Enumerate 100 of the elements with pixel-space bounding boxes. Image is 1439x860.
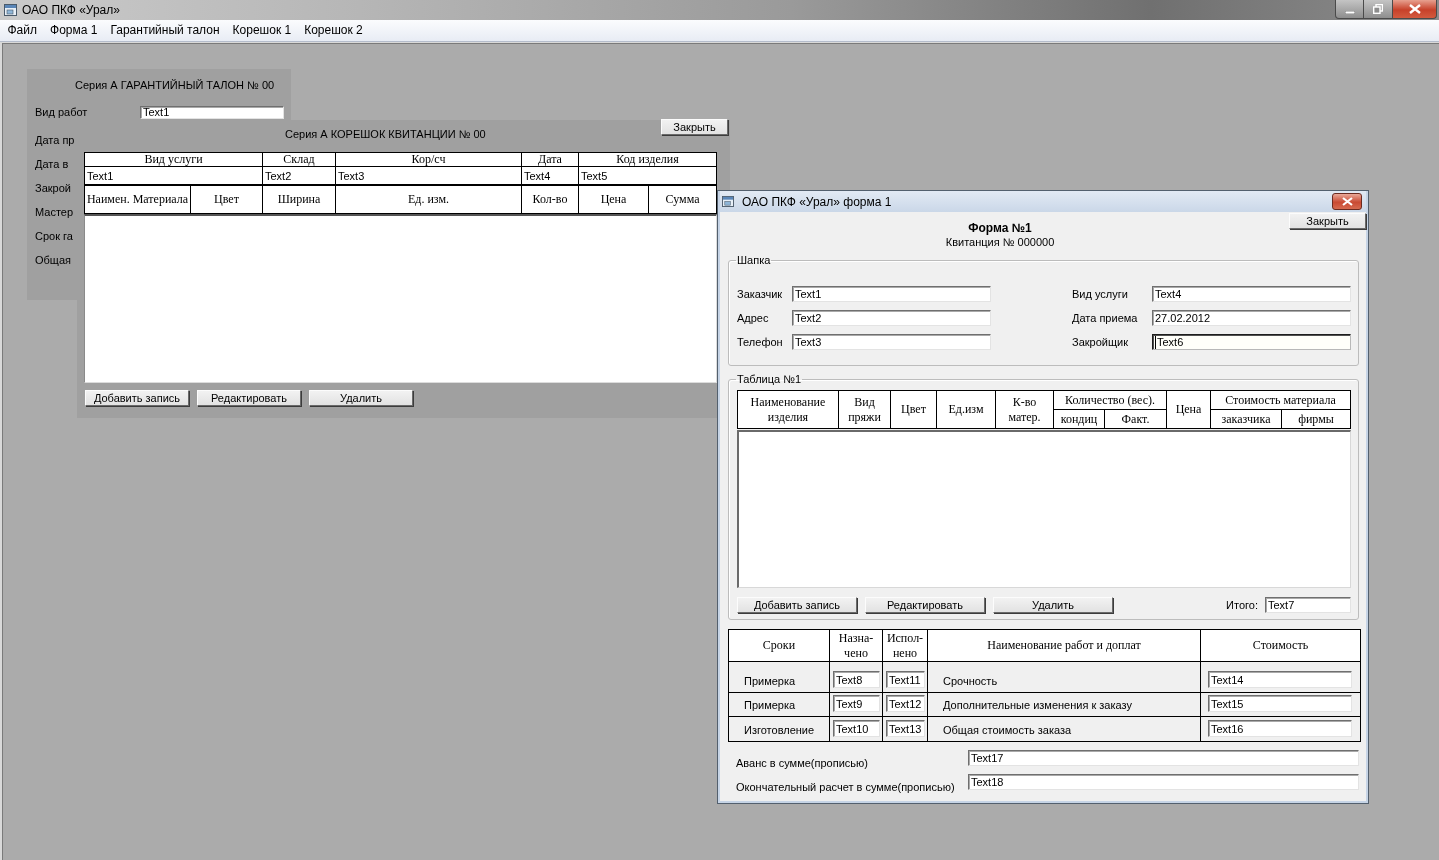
text-field[interactable]: Text15 <box>1208 695 1352 712</box>
column-header: Наимен. Материала <box>85 186 190 213</box>
restore-icon <box>1373 4 1383 14</box>
action-button[interactable]: Добавить запись <box>85 390 189 406</box>
action-button[interactable]: Добавить запись <box>737 597 857 613</box>
column-header: Назна- чено <box>830 630 882 661</box>
column-header: Цена <box>579 186 648 213</box>
column-header: Количество (вес). <box>1054 391 1166 409</box>
window-title: ОАО ПКФ «Урал» <box>22 3 120 17</box>
menu-item[interactable]: Файл <box>1 23 44 38</box>
text-field[interactable]: Text9 <box>833 695 880 712</box>
text-field[interactable]: Text1 <box>792 286 991 302</box>
column-header: Дата <box>522 153 578 166</box>
column-header: заказчика <box>1211 410 1281 428</box>
field-label: Заказчик <box>737 287 783 301</box>
text-field[interactable]: Text2 <box>792 310 991 326</box>
table-cell: Примерка <box>729 662 829 692</box>
action-button[interactable]: Редактировать <box>197 390 301 406</box>
table-cell: Примерка <box>729 693 829 716</box>
window-title: ОАО ПКФ «Урал» форма 1 <box>742 194 892 209</box>
text-field[interactable]: Text10 <box>833 720 880 737</box>
table-cell: Text1 <box>85 167 262 184</box>
text-field[interactable]: 27.02.2012 <box>1152 310 1351 326</box>
close-button[interactable] <box>1332 193 1362 210</box>
column-header: Сроки <box>729 630 829 661</box>
table-cell: Text5 <box>579 167 716 184</box>
text-field[interactable]: Text4 <box>1152 286 1351 302</box>
window-icon <box>722 196 734 207</box>
total-label: Итого: <box>1226 598 1258 612</box>
field-label: Закрой <box>35 181 71 195</box>
table-cell: Дополнительные изменения к заказу <box>928 693 1200 716</box>
text-field[interactable]: Text7 <box>1265 597 1351 613</box>
column-header: кондиц <box>1054 410 1104 428</box>
text-field[interactable]: Text14 <box>1208 671 1352 688</box>
menu-item[interactable]: Корешок 2 <box>297 23 370 38</box>
column-header: К-во матер. <box>996 391 1053 428</box>
close-icon <box>1341 197 1353 206</box>
field-label: Дата приема <box>1072 311 1138 325</box>
field-label: Аванс в сумме(прописью) <box>736 757 868 770</box>
window-heading: Серия А ГАРАНТИЙНЫЙ ТАЛОН № 00 <box>75 78 275 92</box>
action-button[interactable]: Редактировать <box>865 597 985 613</box>
column-header: Цена <box>1167 391 1210 428</box>
close-button[interactable]: Закрыть <box>661 119 728 135</box>
menu-item[interactable]: Форма 1 <box>43 23 104 38</box>
column-header: Факт. <box>1105 410 1166 428</box>
column-header: Вид пряжи <box>839 391 890 428</box>
field-label: Вид услуги <box>1072 287 1128 301</box>
close-icon <box>1408 4 1421 14</box>
field-label: Срок га <box>35 229 73 243</box>
column-header: Вид услуги <box>85 153 262 166</box>
text-cursor-icon <box>1155 335 1156 349</box>
window-icon <box>4 4 17 16</box>
column-header: Кол-во <box>522 186 578 213</box>
group-label: Таблица №1 <box>736 373 803 386</box>
text-field[interactable]: Text13 <box>886 720 925 737</box>
menu-item[interactable]: Гарантийный талон <box>103 23 227 38</box>
text-field[interactable]: Text18 <box>968 774 1359 790</box>
restore-button[interactable] <box>1364 0 1393 19</box>
group-label: Шапка <box>736 254 772 267</box>
action-button[interactable]: Удалить <box>993 597 1113 613</box>
table-cell: Изготовление <box>729 717 829 741</box>
column-header: Наименование работ и доплат <box>928 630 1200 661</box>
text-field[interactable]: Text11 <box>886 671 925 688</box>
column-header: Цвет <box>191 186 262 213</box>
text-field[interactable]: Text16 <box>1208 720 1352 737</box>
close-button[interactable] <box>1393 0 1437 19</box>
text-field[interactable]: Text3 <box>792 334 991 350</box>
minimize-button[interactable] <box>1335 0 1364 19</box>
table-cell: Text2 <box>263 167 335 184</box>
close-button[interactable]: Закрыть <box>1289 213 1366 229</box>
column-header: Склад <box>263 153 335 166</box>
menu-item[interactable]: Корешок 1 <box>226 23 298 38</box>
table-cell: Text3 <box>336 167 521 184</box>
column-header: Кор/сч <box>336 153 521 166</box>
table-cell: Text4 <box>522 167 578 184</box>
text-field[interactable]: Text6 <box>1152 334 1351 350</box>
column-header: фирмы <box>1282 410 1350 428</box>
receipt-number: Квитанция № 000000 <box>945 235 1055 249</box>
text-field[interactable]: Text8 <box>833 671 880 688</box>
column-header: Стоимость материала <box>1211 391 1350 409</box>
field-label: Адрес <box>737 311 769 325</box>
field-label: Закройщик <box>1072 335 1128 349</box>
field-label: Телефон <box>737 335 783 349</box>
action-button[interactable]: Удалить <box>309 390 413 406</box>
column-header: Стоимость <box>1201 630 1360 661</box>
column-header: Ширина <box>263 186 335 213</box>
field-label: Мастер <box>35 205 74 219</box>
column-header: Код изделия <box>579 153 716 166</box>
column-header: Цвет <box>891 391 936 428</box>
field-label: Дата пр <box>35 133 75 147</box>
text-field[interactable]: Text12 <box>886 695 925 712</box>
table-cell: Срочность <box>928 662 1200 692</box>
text-field[interactable]: Text1 <box>140 106 284 119</box>
field-label: Общая <box>35 253 71 267</box>
text-field[interactable]: Text17 <box>968 750 1359 766</box>
minimize-icon <box>1344 10 1355 14</box>
field-label: Вид работ <box>35 106 88 119</box>
column-header: Ед. изм. <box>336 186 521 213</box>
column-header: Испол- нено <box>883 630 927 661</box>
field-label: Окончательный расчет в сумме(прописью) <box>736 781 955 794</box>
